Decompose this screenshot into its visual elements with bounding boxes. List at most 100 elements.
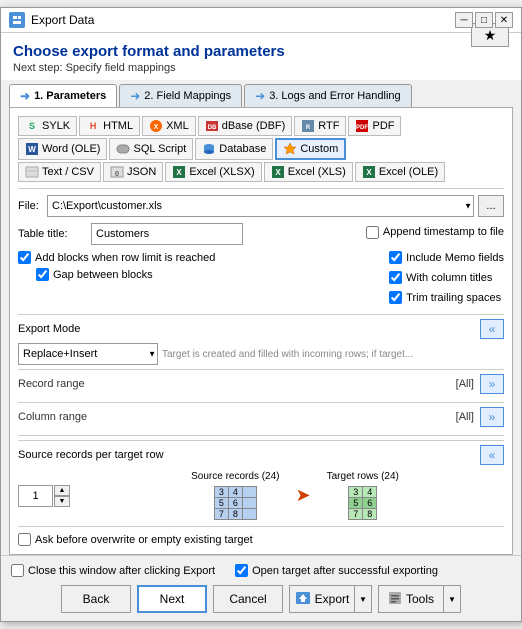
- format-excel-xls-button[interactable]: X Excel (XLS): [264, 162, 353, 182]
- pdf-icon: PDF: [355, 119, 369, 133]
- title-bar: Export Data ─ □ ✕: [1, 8, 521, 33]
- export-mode-nav-button[interactable]: «: [480, 319, 504, 339]
- source-records-section-label: Source records per target row: [18, 449, 164, 461]
- close-button[interactable]: ✕: [495, 12, 513, 28]
- close-window-check[interactable]: Close this window after clicking Export: [11, 564, 215, 577]
- record-range-value: [All]: [456, 378, 474, 390]
- export-icon: [295, 591, 311, 608]
- main-window: Export Data ─ □ ✕ ★ Choose export format…: [0, 7, 522, 622]
- add-blocks-check[interactable]: Add blocks when row limit is reached: [18, 251, 373, 264]
- include-memo-checkbox[interactable]: [389, 251, 402, 264]
- format-text-csv-button[interactable]: Text / CSV: [18, 162, 101, 182]
- tab-field-mappings[interactable]: ➜ 2. Field Mappings: [119, 84, 242, 107]
- format-custom-button[interactable]: Custom: [275, 138, 346, 160]
- tabs-container: ➜ 1. Parameters ➜ 2. Field Mappings ➜ 3.…: [1, 80, 521, 107]
- header-subtitle: Next step: Specify field mappings: [13, 62, 509, 74]
- format-sql-button[interactable]: SQL Script: [109, 138, 193, 160]
- export-mode-label: Export Mode: [18, 323, 80, 335]
- format-excel-ole-button[interactable]: X Excel (OLE): [355, 162, 445, 182]
- tab-logs-label: 3. Logs and Error Handling: [269, 90, 400, 102]
- header-title: Choose export format and parameters: [13, 43, 509, 60]
- svg-text:X: X: [275, 168, 281, 177]
- format-xml-button[interactable]: X XML: [142, 116, 196, 136]
- table-title-input[interactable]: [91, 223, 243, 245]
- overwrite-checkbox[interactable]: [18, 533, 31, 546]
- format-row-1: S SYLK H HTML X XML DB dBase (DBF): [18, 116, 504, 136]
- format-row-3: Text / CSV {} JSON X Excel (XLSX) X Exce…: [18, 162, 504, 182]
- format-json-button[interactable]: {} JSON: [103, 162, 163, 182]
- with-column-titles-checkbox[interactable]: [389, 271, 402, 284]
- record-range-nav-button[interactable]: »: [480, 374, 504, 394]
- target-rows-label: Target rows (24): [327, 471, 399, 482]
- window-icon: [9, 12, 25, 28]
- gap-between-checkbox[interactable]: [36, 268, 49, 281]
- export-split-button: Export ▼: [289, 585, 372, 613]
- minimize-button[interactable]: ─: [455, 12, 473, 28]
- svg-text:X: X: [366, 168, 372, 177]
- column-range-nav-button[interactable]: »: [480, 407, 504, 427]
- source-grid: 34 56 78: [214, 486, 257, 520]
- maximize-button[interactable]: □: [475, 12, 493, 28]
- excel-xls-icon: X: [271, 165, 285, 179]
- format-word-button[interactable]: W Word (OLE): [18, 138, 107, 160]
- trim-trailing-check[interactable]: Trim trailing spaces: [389, 291, 504, 304]
- dbase-icon: DB: [205, 119, 219, 133]
- trim-trailing-checkbox[interactable]: [389, 291, 402, 304]
- word-icon: W: [25, 142, 39, 156]
- svg-text:R: R: [306, 125, 311, 131]
- include-memo-check[interactable]: Include Memo fields: [389, 251, 504, 264]
- gap-between-check[interactable]: Gap between blocks: [36, 268, 373, 281]
- window-title: Export Data: [31, 13, 449, 27]
- overwrite-check-label[interactable]: Ask before overwrite or empty existing t…: [18, 533, 253, 546]
- footer-buttons: Back Next Cancel Export ▼: [11, 585, 511, 613]
- mode-row: Replace+Insert Insert Update Replace ▼ T…: [18, 343, 504, 365]
- open-target-check[interactable]: Open target after successful exporting: [235, 564, 438, 577]
- tools-label: Tools: [406, 592, 434, 606]
- source-records-label: Source records (24): [191, 471, 279, 482]
- append-timestamp-check[interactable]: Append timestamp to file: [366, 226, 504, 239]
- column-range-value: [All]: [456, 411, 474, 423]
- export-dropdown-button[interactable]: ▼: [354, 585, 372, 613]
- close-window-checkbox[interactable]: [11, 564, 24, 577]
- mode-select-wrapper: Replace+Insert Insert Update Replace ▼: [18, 343, 158, 365]
- tools-button[interactable]: Tools: [378, 585, 443, 613]
- tab-arrow-2: ➜: [130, 89, 140, 103]
- export-mode-description: Target is created and filled with incomi…: [162, 349, 504, 360]
- format-excel-xlsx-button[interactable]: X Excel (XLSX): [165, 162, 261, 182]
- format-rtf-button[interactable]: R RTF: [294, 116, 346, 136]
- tab-field-mappings-label: 2. Field Mappings: [144, 90, 231, 102]
- file-path-select[interactable]: C:\Export\customer.xls: [47, 195, 474, 217]
- format-database-button[interactable]: Database: [195, 138, 273, 160]
- tab-parameters[interactable]: ➜ 1. Parameters: [9, 84, 117, 107]
- header-section: ★ Choose export format and parameters Ne…: [1, 33, 521, 80]
- tools-split-button: Tools ▼: [378, 585, 461, 613]
- file-browse-button[interactable]: ...: [478, 195, 504, 217]
- format-row-2: W Word (OLE) SQL Script Database: [18, 138, 504, 160]
- file-row: File: C:\Export\customer.xls ▼ ...: [18, 195, 504, 217]
- next-button[interactable]: Next: [137, 585, 207, 613]
- add-blocks-checkbox[interactable]: [18, 251, 31, 264]
- excel-xlsx-icon: X: [172, 165, 186, 179]
- source-target-nav-button[interactable]: «: [480, 445, 504, 465]
- tab-logs[interactable]: ➜ 3. Logs and Error Handling: [244, 84, 412, 107]
- file-path-wrapper: C:\Export\customer.xls ▼: [47, 195, 474, 217]
- format-sylk-button[interactable]: S SYLK: [18, 116, 77, 136]
- append-timestamp-checkbox[interactable]: [366, 226, 379, 239]
- spinner-down-button[interactable]: ▼: [54, 496, 70, 507]
- svg-text:{}: {}: [115, 171, 119, 177]
- export-mode-select[interactable]: Replace+Insert Insert Update Replace: [18, 343, 158, 365]
- source-records-spinner[interactable]: [18, 485, 53, 507]
- cancel-button[interactable]: Cancel: [213, 585, 283, 613]
- tools-dropdown-button[interactable]: ▼: [443, 585, 461, 613]
- with-column-titles-check[interactable]: With column titles: [389, 271, 504, 284]
- target-grid: 34 56 78: [348, 486, 377, 520]
- tools-icon: [388, 591, 402, 608]
- format-dbase-button[interactable]: DB dBase (DBF): [198, 116, 293, 136]
- spinner-up-button[interactable]: ▲: [54, 485, 70, 496]
- export-button[interactable]: Export: [289, 585, 354, 613]
- format-pdf-button[interactable]: PDF PDF: [348, 116, 401, 136]
- back-button[interactable]: Back: [61, 585, 131, 613]
- excel-ole-icon: X: [362, 165, 376, 179]
- open-target-checkbox[interactable]: [235, 564, 248, 577]
- format-html-button[interactable]: H HTML: [79, 116, 140, 136]
